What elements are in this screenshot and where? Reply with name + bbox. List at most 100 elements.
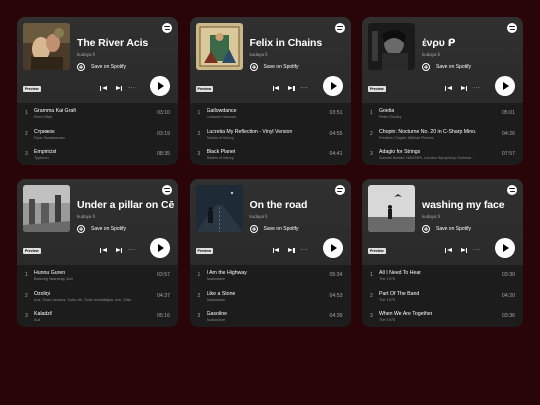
track-artist: Auli, Suitu ziedava, Suitu vīri, Suitu d…	[34, 297, 132, 302]
more-options-icon[interactable]: ···	[128, 247, 138, 254]
playlist-owner[interactable]: kudaya fi	[250, 214, 268, 219]
previous-track-icon[interactable]	[445, 247, 453, 254]
album-cover[interactable]	[195, 23, 243, 70]
save-on-spotify-button[interactable]: Save on Spotify	[422, 63, 471, 71]
album-cover[interactable]	[195, 185, 243, 232]
more-options-icon[interactable]: ···	[473, 85, 483, 92]
playlist-title[interactable]: washing my face	[422, 199, 519, 211]
playlist-title[interactable]: On the road	[250, 199, 347, 211]
spotify-logo-icon[interactable]	[507, 23, 517, 33]
playlist-card[interactable]: Felix in Chains kudaya fi Save on Spotif…	[189, 17, 351, 165]
playlist-title[interactable]: Felix in Chains	[250, 37, 347, 49]
playlist-owner[interactable]: kudaya fi	[77, 214, 95, 219]
next-track-icon[interactable]	[114, 85, 122, 92]
previous-track-icon[interactable]	[272, 247, 281, 254]
spotify-logo-icon[interactable]	[162, 185, 172, 195]
more-options-icon[interactable]: ···	[473, 247, 483, 254]
track-row[interactable]: 1 Gallowdance Lebanon Hanover 03:51	[190, 106, 351, 127]
spotify-logo-icon[interactable]	[162, 23, 172, 33]
preview-badge: Preview	[23, 86, 41, 92]
play-button[interactable]	[495, 76, 515, 96]
play-button[interactable]	[150, 76, 170, 96]
save-on-spotify-button[interactable]: Save on Spotify	[77, 225, 126, 233]
track-duration: 04:53	[329, 292, 343, 299]
playback-controls: ···	[272, 247, 311, 254]
spotify-logo-icon[interactable]	[334, 23, 345, 33]
previous-track-icon[interactable]	[272, 85, 281, 92]
track-number: 2	[370, 130, 373, 137]
album-cover[interactable]	[368, 23, 415, 70]
album-cover[interactable]	[23, 185, 70, 232]
track-row[interactable]: 2 Part Of The Band The 1975 04:20	[362, 289, 523, 310]
preview-badge: Preview	[195, 248, 214, 254]
play-button[interactable]	[495, 238, 515, 258]
track-title: Like a Stone	[206, 290, 236, 297]
next-track-icon[interactable]	[287, 247, 295, 254]
playlist-card[interactable]: Under a pillar on Cē kudaya fi Save on S…	[17, 179, 178, 327]
previous-track-icon[interactable]	[100, 85, 108, 92]
playlist-grid: The River Acis kudaya fi Save on Spotify…	[17, 17, 523, 327]
previous-track-icon[interactable]	[445, 85, 453, 92]
save-on-spotify-button[interactable]: Save on Spotify	[249, 225, 299, 233]
track-row[interactable]: 1 Goetia Peter Gundry 05:01	[362, 106, 523, 127]
next-track-icon[interactable]	[287, 85, 295, 92]
play-icon	[503, 244, 509, 252]
more-options-icon[interactable]: ···	[128, 85, 138, 92]
playlist-owner[interactable]: kudaya fi	[422, 214, 440, 219]
play-button[interactable]	[322, 76, 343, 96]
track-number: 3	[197, 313, 201, 319]
next-track-icon[interactable]	[114, 247, 122, 254]
track-number: 3	[370, 313, 373, 319]
track-row[interactable]: 1 Gramma Kai Grafi Eleni Vitali 03:10	[17, 106, 178, 127]
album-cover[interactable]	[23, 23, 70, 70]
play-button[interactable]	[322, 238, 343, 258]
playlist-title[interactable]: The River Acis	[77, 37, 174, 49]
track-list: 1 Gramma Kai Grafi Eleni Vitali 03:10 2 …	[17, 106, 178, 165]
track-row[interactable]: 1 All I Need To Hear The 1975 03:30	[362, 268, 523, 289]
playlist-card[interactable]: The River Acis kudaya fi Save on Spotify…	[17, 17, 178, 165]
track-row[interactable]: 2 Ozoliņi Auli, Suitu ziedava, Suitu vīr…	[17, 289, 178, 310]
track-row[interactable]: 1 I Am the Highway Audioslave 05:34	[190, 268, 351, 289]
playlist-card[interactable]: washing my face kudaya fi Save on Spotif…	[362, 179, 523, 327]
track-title: Hunnu Guren	[34, 270, 66, 276]
track-row[interactable]: 2 Lucretia My Reflection - Vinyl Version…	[190, 127, 351, 148]
play-button[interactable]	[150, 238, 170, 258]
track-title: Gallowdance	[206, 108, 237, 114]
next-track-icon[interactable]	[459, 85, 467, 92]
track-title: I Am the Highway	[206, 270, 247, 276]
more-options-icon[interactable]: ···	[301, 85, 311, 92]
spotify-logo-icon[interactable]	[334, 185, 345, 195]
spotify-logo-icon[interactable]	[507, 185, 517, 195]
track-artist: Typhoon	[34, 156, 49, 160]
track-row[interactable]: 3 Gasoline Audioslave 04:39	[190, 309, 351, 327]
save-on-spotify-button[interactable]: Save on Spotify	[249, 63, 299, 71]
plus-circle-icon	[77, 225, 85, 233]
album-cover[interactable]	[368, 185, 415, 232]
track-row[interactable]: 2 Стрижок Руся Лохманенко 03:19	[17, 127, 178, 148]
playlist-owner[interactable]: kudaya fi	[250, 52, 268, 57]
track-row[interactable]: 3 Adagio for Strings Samuel Barber, HAUS…	[362, 147, 523, 165]
playlist-title[interactable]: Under a pillar on Cē	[77, 199, 174, 211]
track-title: Empiricist	[34, 149, 57, 155]
track-row[interactable]: 2 Chopin: Nocturne No. 20 in C-Sharp Min…	[362, 127, 523, 148]
playlist-title[interactable]: ένρυ ᑭ	[422, 37, 519, 49]
more-options-icon[interactable]: ···	[301, 247, 311, 254]
track-row[interactable]: 2 Like a Stone Audioslave 04:53	[190, 289, 351, 310]
previous-track-icon[interactable]	[100, 247, 108, 254]
track-artist: The 1975	[379, 297, 396, 302]
track-artist: Batzorig Vaanchig, Asll	[34, 277, 73, 281]
playlist-card[interactable]: On the road kudaya fi Save on Spotify Pr…	[189, 179, 351, 327]
playlist-card[interactable]: ένρυ ᑭ kudaya fi Save on Spotify Preview…	[362, 17, 523, 165]
track-row[interactable]: 3 Black Planet Sisters of Mercy 04:41	[190, 147, 351, 165]
save-on-spotify-button[interactable]: Save on Spotify	[422, 225, 471, 233]
playlist-owner[interactable]: kudaya fi	[77, 52, 95, 57]
playlist-owner[interactable]: kudaya fi	[422, 52, 440, 57]
save-on-spotify-button[interactable]: Save on Spotify	[77, 63, 126, 71]
track-row[interactable]: 3 Kaladzi! Auli 05:16	[17, 309, 178, 327]
playback-controls: ···	[272, 85, 311, 92]
track-row[interactable]: 1 Hunnu Guren Batzorig Vaanchig, Asll 03…	[17, 268, 178, 289]
track-row[interactable]: 3 When We Are Together The 1975 03:36	[362, 309, 523, 327]
next-track-icon[interactable]	[459, 247, 467, 254]
track-artist: Samuel Barber, HAUSER, London Symphony O…	[379, 156, 475, 160]
track-row[interactable]: 3 Empiricist Typhoon 08:35	[17, 147, 178, 165]
